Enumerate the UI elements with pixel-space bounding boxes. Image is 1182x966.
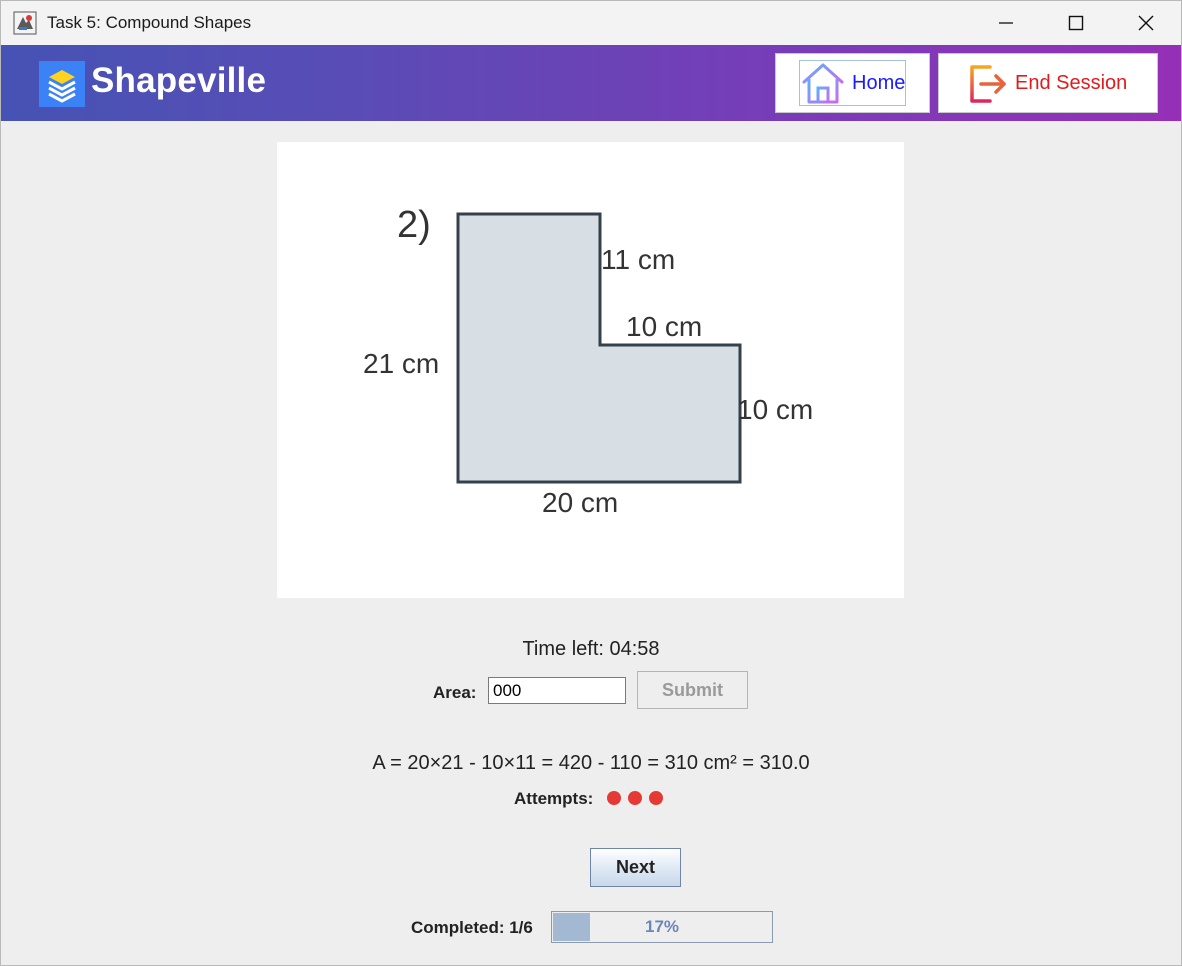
label-bottom-side: 20 cm	[542, 487, 618, 518]
l-shape	[456, 212, 742, 484]
solution-text: A = 20×21 - 10×11 = 420 - 110 = 310 cm² …	[372, 752, 810, 774]
home-button-label: Home	[852, 72, 906, 94]
exit-icon	[966, 61, 1010, 112]
attempt-dot	[607, 791, 621, 805]
window-title: Task 5: Compound Shapes	[47, 13, 252, 32]
maximize-button[interactable]	[1041, 1, 1111, 45]
end-session-label: End Session	[1015, 72, 1128, 94]
figure-number: 2)	[397, 204, 431, 246]
minimize-button[interactable]	[971, 1, 1041, 45]
maximize-icon	[1068, 15, 1084, 31]
title-bar: Task 5: Compound Shapes	[1, 1, 1181, 45]
compound-shape-diagram: 2) 11 cm 10 cm 21 cm 10 cm 20 cm	[363, 204, 813, 518]
app-window: Task 5: Compound Shapes Shapeville Home …	[0, 0, 1182, 966]
attempt-dot	[649, 791, 663, 805]
area-label: Area:	[433, 683, 477, 702]
close-button[interactable]	[1111, 1, 1181, 45]
area-input[interactable]	[488, 677, 626, 704]
submit-button[interactable]: Submit	[637, 671, 748, 709]
completed-label: Completed: 1/6	[411, 918, 533, 937]
next-button[interactable]: Next	[590, 848, 681, 887]
app-header: Shapeville Home End Session	[1, 45, 1181, 121]
attempts-label: Attempts:	[514, 789, 594, 808]
home-icon	[800, 60, 846, 111]
label-top-side: 11 cm	[601, 244, 675, 275]
label-middle-side: 10 cm	[626, 311, 702, 342]
close-icon	[1138, 15, 1154, 31]
timer-text: Time left: 04:58	[522, 638, 660, 660]
home-button[interactable]: Home	[775, 53, 930, 113]
layers-icon	[39, 61, 85, 107]
brand-title: Shapeville	[91, 61, 267, 100]
end-session-button[interactable]: End Session	[938, 53, 1158, 113]
label-left-side: 21 cm	[363, 348, 439, 379]
minimize-icon	[999, 22, 1013, 24]
shape-figure: 2) 11 cm 10 cm 21 cm 10 cm 20 cm	[277, 142, 904, 598]
progress-bar: 17%	[551, 911, 773, 943]
app-icon	[13, 11, 37, 35]
label-right-side: 10 cm	[737, 394, 813, 425]
attempt-dot	[628, 791, 642, 805]
progress-percent: 17%	[644, 917, 680, 936]
